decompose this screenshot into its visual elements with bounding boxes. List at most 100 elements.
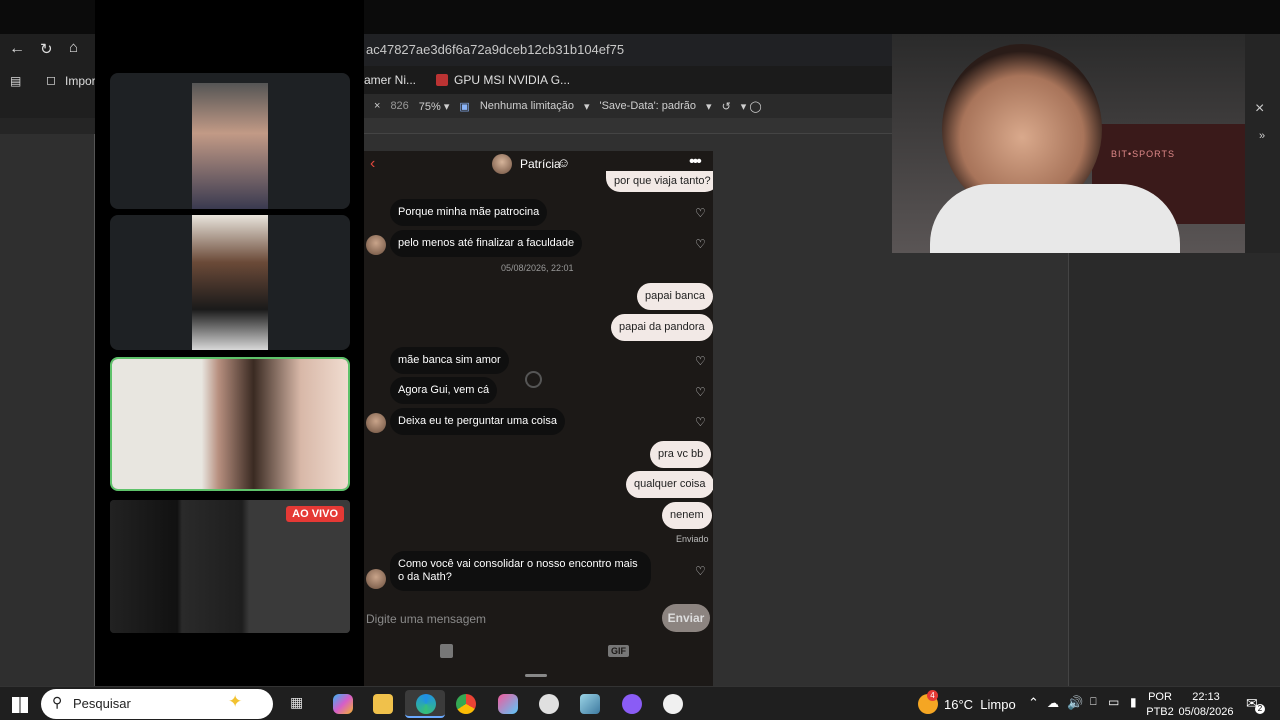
loading-spinner-icon bbox=[525, 371, 542, 388]
message-bubble-in: Porque minha mãe patrocina bbox=[390, 199, 548, 226]
display-icon[interactable]: ▭ bbox=[1108, 695, 1119, 709]
participant-tile[interactable] bbox=[110, 215, 350, 350]
message-bubble-in: Como você vai consolidar o nosso encontr… bbox=[390, 551, 651, 591]
close-icon[interactable]: × bbox=[374, 100, 380, 112]
task-view-icon[interactable]: ▦ bbox=[290, 694, 310, 714]
chat-window: ‹ Patrícia ☺ ••• por que viaja tanto? Po… bbox=[364, 151, 713, 686]
verified-icon: ☺ bbox=[557, 155, 571, 170]
message-bubble-in: pelo menos até finalizar a faculdade bbox=[390, 230, 583, 257]
bookmark-item[interactable]: amer Ni... bbox=[364, 73, 416, 87]
clock-time[interactable]: 22:13 bbox=[1180, 691, 1232, 703]
volume-icon[interactable]: 🔊 bbox=[1067, 695, 1083, 711]
expand-icon[interactable]: » bbox=[1259, 130, 1265, 142]
devtools-panel bbox=[1068, 253, 1280, 686]
clock-date[interactable]: 05/08/2026 bbox=[1176, 706, 1236, 718]
gif-button[interactable]: GIF bbox=[608, 645, 629, 657]
participant-tile-screenshare[interactable]: AO VIVO bbox=[110, 500, 350, 633]
chrome-icon[interactable] bbox=[456, 694, 476, 714]
devtools-panel-header: × » bbox=[1245, 34, 1280, 253]
avatar bbox=[366, 569, 386, 589]
live-badge: AO VIVO bbox=[286, 506, 344, 522]
reload-icon[interactable]: ↻ bbox=[40, 40, 53, 58]
search-icon: ⚲ bbox=[52, 694, 63, 710]
windows-start-icon[interactable] bbox=[12, 697, 28, 713]
timestamp: 05/08/2026, 22:01 bbox=[501, 263, 574, 273]
participant-video bbox=[192, 83, 268, 209]
left-browser-nav: ← ↻ ⌂ ▤ ◻ Import bbox=[0, 34, 99, 118]
message-bubble-in: Deixa eu te perguntar uma coisa bbox=[390, 408, 565, 435]
bookmark-item[interactable]: GPU MSI NVIDIA G... bbox=[436, 73, 570, 87]
participant-video bbox=[112, 359, 348, 489]
weather-text[interactable]: 16°C Limpo bbox=[944, 697, 1016, 712]
copilot-icon[interactable] bbox=[333, 694, 353, 714]
back-icon[interactable]: ← bbox=[9, 40, 25, 58]
participant-tile[interactable] bbox=[110, 73, 350, 209]
chevron-down-icon[interactable]: ▾ bbox=[584, 100, 590, 113]
msi-icon bbox=[436, 74, 449, 86]
contact-name[interactable]: Patrícia bbox=[520, 157, 561, 171]
avatar bbox=[366, 413, 386, 433]
sent-status: Enviado bbox=[676, 534, 709, 544]
sparkle-icon: ✦ bbox=[228, 692, 243, 711]
message-bubble-in: Agora Gui, vem cá bbox=[390, 377, 498, 404]
streamer-webcam: BIT•SPORTS bbox=[892, 34, 1245, 253]
message-bubble-in: mãe banca sim amor bbox=[390, 347, 509, 374]
windows-taskbar: Pesquisar ⚲ ✦ ▦ 4 16°C Limpo ⌃ ☁ 🔊 ⎕ ▭ ▮… bbox=[0, 686, 1280, 720]
chevron-down-icon[interactable]: ▾ bbox=[706, 100, 712, 113]
devtools-device-toolbar: × 826 75% ▾ ▣ Nenhuma limitação ▾ 'Save-… bbox=[364, 94, 892, 118]
devtools-ruler bbox=[364, 118, 892, 134]
more-icon[interactable]: ▾ ◯ bbox=[741, 100, 762, 113]
throttle-select[interactable]: Nenhuma limitação bbox=[480, 100, 574, 112]
sensor-icon[interactable]: ▣ bbox=[459, 100, 469, 113]
file-explorer-icon[interactable] bbox=[373, 694, 393, 714]
like-icon[interactable]: ♡ bbox=[695, 565, 707, 577]
send-button[interactable]: Enviar bbox=[662, 604, 710, 632]
microphone-icon[interactable]: ▮ bbox=[1130, 695, 1137, 709]
onedrive-icon[interactable]: ☁ bbox=[1047, 696, 1059, 710]
zoom-select[interactable]: 75% ▾ bbox=[419, 100, 450, 113]
video-call-sidebar: AO VIVO bbox=[95, 0, 364, 686]
back-arrow-icon[interactable]: ‹ bbox=[370, 155, 375, 173]
notification-count: 2 bbox=[1255, 704, 1265, 714]
bookmarks-bar: amer Ni... GPU MSI NVIDIA G... bbox=[364, 66, 892, 94]
width-field[interactable]: 826 bbox=[390, 100, 408, 112]
home-indicator bbox=[525, 674, 547, 677]
message-bubble-out: pra vc bb bbox=[650, 441, 712, 468]
close-devtools-icon[interactable]: × bbox=[1255, 100, 1264, 118]
more-options-icon[interactable]: ••• bbox=[689, 153, 702, 171]
rotate-icon[interactable]: ↺ bbox=[722, 100, 731, 113]
message-bubble-out: por que viaja tanto? bbox=[606, 171, 713, 192]
message-bubble-out: qualquer coisa bbox=[626, 471, 713, 498]
import-bookmark[interactable]: Import bbox=[65, 74, 99, 88]
like-icon[interactable]: ♡ bbox=[695, 416, 707, 428]
participant-video bbox=[192, 215, 268, 350]
game-pass-icon[interactable] bbox=[498, 694, 518, 714]
contact-card-icon[interactable] bbox=[440, 644, 453, 658]
message-bubble-out: nenem bbox=[662, 502, 712, 529]
chevron-up-icon[interactable]: ⌃ bbox=[1028, 695, 1039, 711]
message-input[interactable]: Digite uma mensagem bbox=[366, 612, 486, 626]
like-icon[interactable]: ♡ bbox=[695, 355, 707, 367]
tab-icon[interactable]: ▤ bbox=[10, 74, 21, 88]
language-indicator[interactable]: POR bbox=[1148, 691, 1172, 703]
weather-badge: 4 bbox=[927, 690, 938, 701]
participant-tile-active[interactable] bbox=[110, 357, 350, 491]
address-bar[interactable]: ac47827ae3d6f6a72a9dceb12cb31b104ef75 bbox=[364, 34, 892, 66]
steam-icon[interactable] bbox=[539, 694, 559, 714]
like-icon[interactable]: ♡ bbox=[695, 207, 707, 219]
import-icon: ◻ bbox=[46, 73, 56, 87]
keyboard-layout[interactable]: PTB2 bbox=[1146, 706, 1174, 718]
app-icon[interactable] bbox=[580, 694, 600, 714]
avatar bbox=[366, 235, 386, 255]
device-icon[interactable]: ⎕ bbox=[1090, 696, 1097, 709]
like-icon[interactable]: ♡ bbox=[695, 386, 707, 398]
discord-icon[interactable] bbox=[622, 694, 642, 714]
media-player-icon[interactable] bbox=[663, 694, 683, 714]
streamer-shirt bbox=[930, 184, 1180, 253]
home-icon[interactable]: ⌂ bbox=[69, 39, 78, 56]
avatar[interactable] bbox=[492, 154, 512, 174]
like-icon[interactable]: ♡ bbox=[695, 238, 707, 250]
left-browser-content bbox=[0, 134, 95, 686]
save-data-select[interactable]: 'Save-Data': padrão bbox=[600, 100, 697, 112]
message-bubble-out: papai da pandora bbox=[611, 314, 713, 341]
